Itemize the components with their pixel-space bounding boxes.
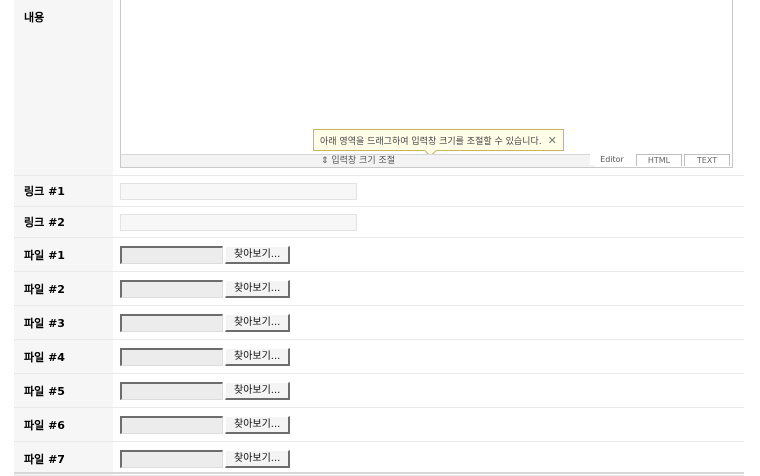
tab-html[interactable]: HTML	[636, 154, 682, 166]
file-label: 파일 #5	[14, 374, 113, 407]
file-row-6: 파일 #6 찾아보기...	[14, 408, 744, 442]
resize-tooltip-text: 아래 영역을 드래그하여 입력창 크기를 조절할 수 있습니다.	[320, 136, 542, 147]
file-path-field[interactable]	[120, 245, 223, 264]
file-label: 파일 #1	[14, 238, 113, 271]
content-label: 내용	[14, 0, 113, 175]
browse-button[interactable]: 찾아보기...	[225, 279, 291, 298]
file-label: 파일 #3	[14, 306, 113, 339]
resize-handle[interactable]: ⇕ 입력창 크기 조절	[121, 154, 595, 167]
browse-button[interactable]: 찾아보기...	[225, 415, 291, 434]
post-form: 내용 아래 영역을 드래그하여 입력창 크기를 조절할 수 있습니다. ✕ ⇕ …	[14, 0, 744, 476]
tab-text[interactable]: TEXT	[684, 154, 730, 166]
content-row: 내용 아래 영역을 드래그하여 입력창 크기를 조절할 수 있습니다. ✕ ⇕ …	[14, 0, 744, 176]
link-label: 링크 #1	[14, 176, 113, 206]
file-label: 파일 #6	[14, 408, 113, 441]
browse-button[interactable]: 찾아보기...	[225, 245, 291, 264]
browse-button[interactable]: 찾아보기...	[225, 381, 291, 400]
file-row-7: 파일 #7 찾아보기...	[14, 442, 744, 476]
link-input[interactable]	[120, 213, 357, 231]
file-row-4: 파일 #4 찾아보기...	[14, 340, 744, 374]
file-path-field[interactable]	[120, 347, 223, 366]
link-input[interactable]	[120, 182, 357, 200]
file-row-2: 파일 #2 찾아보기...	[14, 272, 744, 306]
file-path-field[interactable]	[120, 415, 223, 434]
file-path-field[interactable]	[120, 381, 223, 400]
file-path-field[interactable]	[120, 279, 223, 298]
link-row-2: 링크 #2	[14, 207, 744, 238]
link-label: 링크 #2	[14, 207, 113, 237]
browse-button[interactable]: 찾아보기...	[225, 313, 291, 332]
file-label: 파일 #7	[14, 442, 113, 475]
file-row-1: 파일 #1 찾아보기...	[14, 238, 744, 272]
file-row-5: 파일 #5 찾아보기...	[14, 374, 744, 408]
browse-button[interactable]: 찾아보기...	[225, 449, 291, 468]
resize-tooltip: 아래 영역을 드래그하여 입력창 크기를 조절할 수 있습니다. ✕	[313, 129, 564, 151]
browse-button[interactable]: 찾아보기...	[225, 347, 291, 366]
file-label: 파일 #2	[14, 272, 113, 305]
file-row-3: 파일 #3 찾아보기...	[14, 306, 744, 340]
link-row-1: 링크 #1	[14, 176, 744, 207]
file-path-field[interactable]	[120, 313, 223, 332]
tab-editor[interactable]: Editor	[590, 154, 634, 165]
file-label: 파일 #4	[14, 340, 113, 373]
file-path-field[interactable]	[120, 449, 223, 468]
close-icon[interactable]: ✕	[548, 134, 557, 147]
editor-mode-tabs: Editor HTML TEXT	[588, 154, 730, 166]
content-editor[interactable]: 아래 영역을 드래그하여 입력창 크기를 조절할 수 있습니다. ✕ ⇕ 입력창…	[120, 0, 733, 168]
